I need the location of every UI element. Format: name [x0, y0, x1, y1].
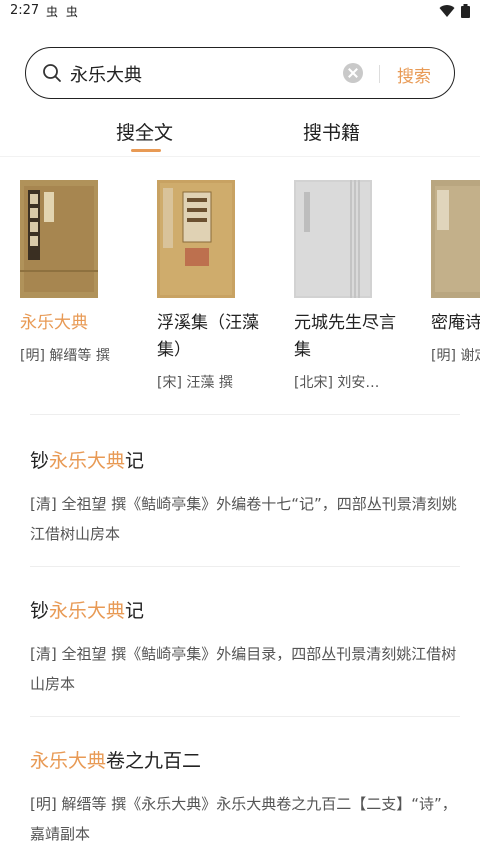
result-title-prefix: 钞 — [30, 450, 50, 472]
book-author: [宋] 汪藻 撰 — [157, 375, 233, 391]
book-cover-art — [431, 180, 480, 298]
result-title: 钞永乐大典记 — [30, 596, 460, 623]
result-title-suffix: 记 — [125, 450, 145, 472]
result-title: 钞永乐大典记 — [30, 446, 460, 473]
search-icon — [43, 64, 61, 82]
book-author: [北宋] 刘安… — [294, 375, 380, 391]
book-author: [明] 解缙等 撰 — [20, 348, 110, 364]
section-divider — [30, 414, 460, 415]
book-card[interactable]: 元城先生尽言集 [北宋] 刘安… — [294, 180, 409, 392]
search-button[interactable]: 搜索 — [397, 62, 431, 87]
result-description: [明] 解缙等 撰《永乐大典》永乐大典卷之九百二【二支】“诗”，嘉靖副本 — [30, 795, 457, 843]
result-divider — [30, 716, 460, 717]
search-input[interactable]: 永乐大典 — [70, 61, 142, 87]
book-cover[interactable] — [431, 180, 480, 298]
search-divider — [379, 65, 380, 83]
book-cover[interactable] — [294, 180, 372, 298]
book-author: [明] 谢定 — [431, 348, 480, 364]
result-title-highlight: 永乐大典 — [49, 600, 126, 622]
tab-books[interactable]: 搜书籍 — [303, 118, 360, 145]
book-card[interactable]: 永乐大典 [明] 解缙等 撰 — [20, 180, 135, 365]
book-card[interactable]: 密庵诗（谢赤 [明] 谢定 — [431, 180, 480, 365]
list-item[interactable]: 钞永乐大典记 [清] 全祖望 撰《鲒崎亭集》外编卷十七“记”，四部丛刊景清刻姚江… — [30, 446, 460, 549]
result-title-suffix: 卷之九百二 — [106, 750, 202, 772]
status-bar: 2:27 虫 虫 — [0, 0, 480, 24]
book-cover[interactable] — [157, 180, 235, 298]
notification-icons: 虫 虫 — [46, 5, 80, 19]
result-title-highlight: 永乐大典 — [49, 450, 126, 472]
tab-indicator — [131, 149, 161, 152]
result-divider — [30, 566, 460, 567]
book-cover[interactable] — [20, 180, 98, 298]
battery-icon — [461, 4, 470, 18]
book-title: 元城先生尽言集 — [294, 313, 396, 360]
result-title-prefix: 钞 — [30, 600, 50, 622]
result-title: 永乐大典卷之九百二 — [30, 746, 460, 773]
status-time: 2:27 — [10, 3, 40, 18]
book-card[interactable]: 浮溪集（汪藻集） [宋] 汪藻 撰 — [157, 180, 272, 392]
book-carousel[interactable]: 永乐大典 [明] 解缙等 撰 浮溪集（汪藻集） [宋] 汪藻 撰 元城先生尽言集… — [0, 180, 480, 400]
book-cover-art — [20, 180, 98, 298]
search-bar: 永乐大典 搜索 — [25, 47, 455, 99]
list-item[interactable]: 钞永乐大典记 [清] 全祖望 撰《鲒崎亭集》外编目录，四部丛刊景清刻姚江借树山房… — [30, 596, 460, 699]
result-description: [清] 全祖望 撰《鲒崎亭集》外编目录，四部丛刊景清刻姚江借树山房本 — [30, 645, 457, 693]
book-title: 浮溪集（汪藻集） — [157, 313, 259, 360]
tabs-divider — [0, 156, 480, 157]
wifi-icon — [439, 5, 455, 18]
book-cover-art — [157, 180, 235, 298]
tab-fulltext[interactable]: 搜全文 — [116, 118, 173, 145]
result-title-suffix: 记 — [125, 600, 145, 622]
status-right — [439, 4, 470, 18]
book-title: 永乐大典 — [20, 313, 88, 333]
list-item[interactable]: 永乐大典卷之九百二 [明] 解缙等 撰《永乐大典》永乐大典卷之九百二【二支】“诗… — [30, 746, 460, 849]
result-title-highlight: 永乐大典 — [30, 750, 107, 772]
book-title: 密庵诗（谢赤 — [431, 313, 480, 333]
clear-icon[interactable] — [343, 63, 363, 83]
result-description: [清] 全祖望 撰《鲒崎亭集》外编卷十七“记”，四部丛刊景清刻姚江借树山房本 — [30, 495, 457, 543]
book-cover-art — [294, 180, 372, 298]
